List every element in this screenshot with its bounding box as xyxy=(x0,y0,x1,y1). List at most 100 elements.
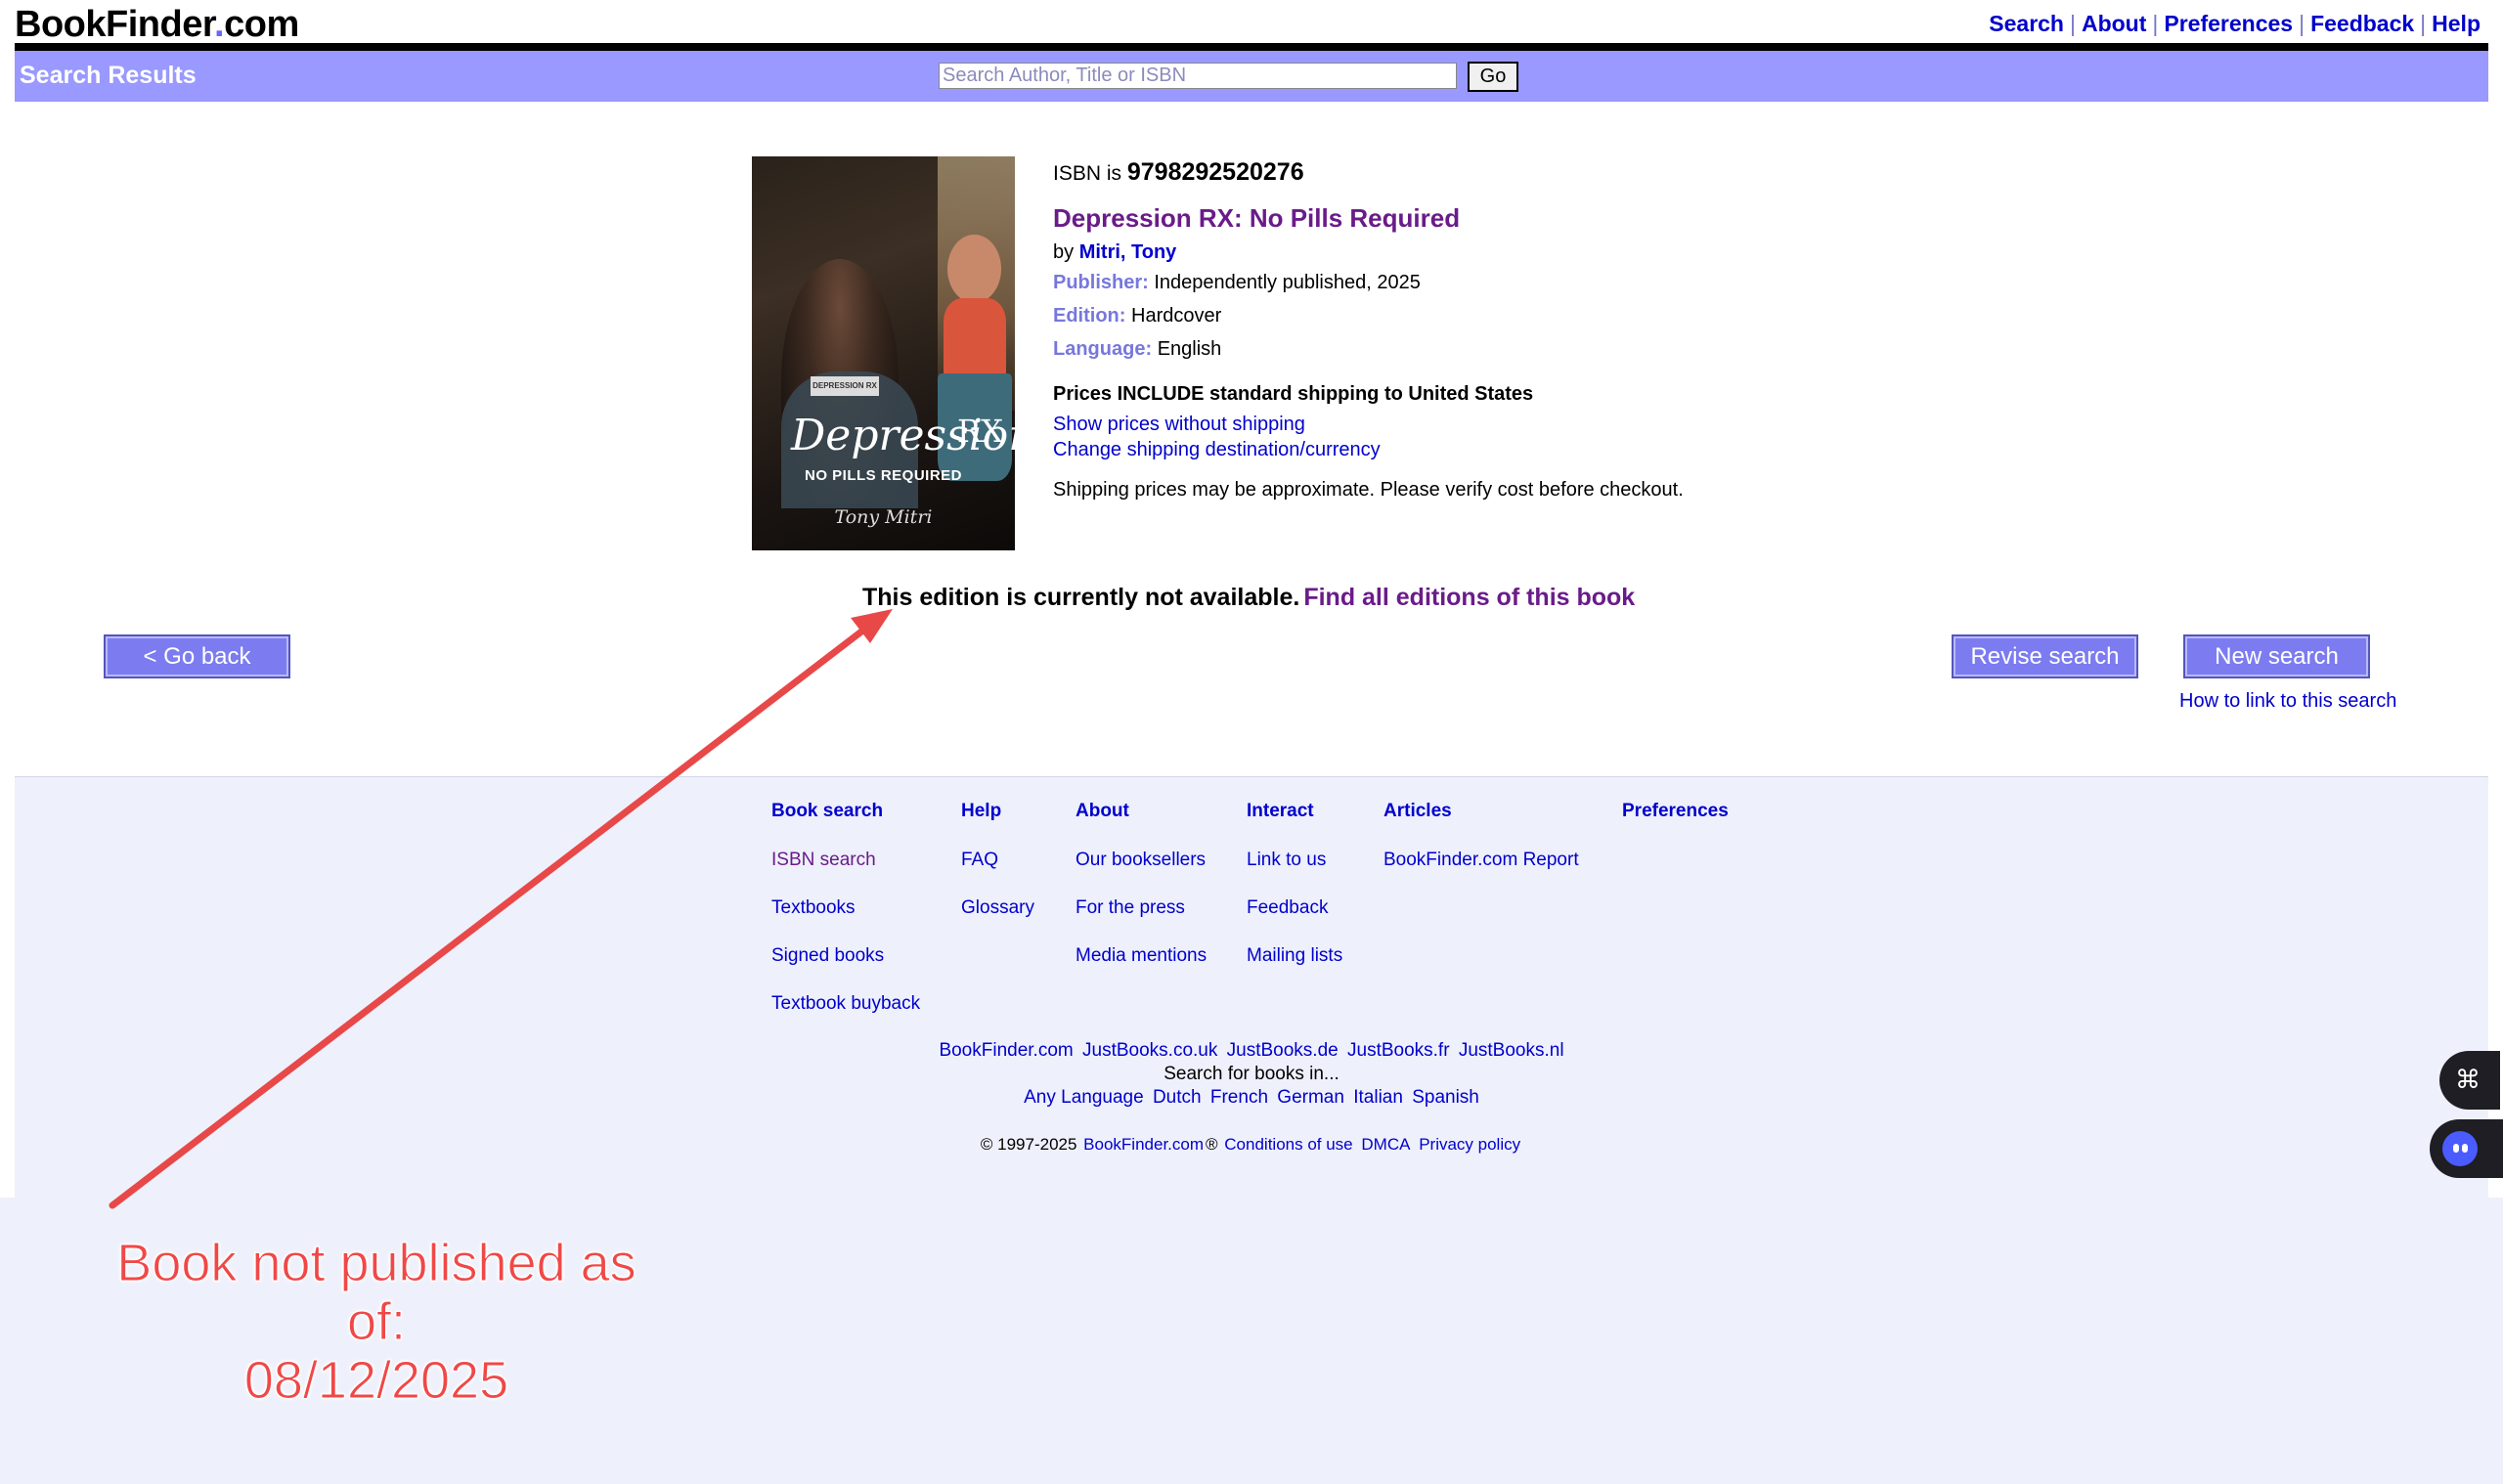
revise-search-button[interactable]: Revise search xyxy=(1952,634,2138,678)
cover-subtitle: NO PILLS REQUIRED xyxy=(804,467,962,484)
footer-link-our-booksellers[interactable]: Our booksellers xyxy=(1076,850,1207,871)
publisher-value: Independently published, 2025 xyxy=(1154,272,1421,293)
footer-col-preferences: Preferences xyxy=(1622,801,1729,850)
top-nav: Search | About | Preferences | Feedback | Help xyxy=(1989,11,2481,37)
copyright-site-link[interactable]: BookFinder.com xyxy=(1083,1135,1204,1154)
footer-heading-interact[interactable]: Interact xyxy=(1247,801,1342,822)
footer-heading-about[interactable]: About xyxy=(1076,801,1207,822)
change-shipping-destination-link[interactable]: Change shipping destination/currency xyxy=(1053,439,1381,461)
unavailable-text: This edition is currently not available. xyxy=(862,584,1300,611)
site-link-justbooks-nl[interactable]: JustBooks.nl xyxy=(1459,1040,1564,1061)
nav-separator: | xyxy=(2299,11,2305,36)
footer-link-textbook-buyback[interactable]: Textbook buyback xyxy=(771,993,920,1015)
lang-link-german[interactable]: German xyxy=(1277,1087,1344,1108)
lang-link-spanish[interactable]: Spanish xyxy=(1412,1087,1479,1108)
grid-icon: ⌘ xyxy=(2455,1065,2481,1094)
footer-link-faq[interactable]: FAQ xyxy=(961,850,1034,871)
edition-value: Hardcover xyxy=(1131,305,1222,327)
footer-heading-preferences[interactable]: Preferences xyxy=(1622,801,1729,822)
author-line: by Mitri, Tony xyxy=(1053,241,1176,264)
lang-link-any[interactable]: Any Language xyxy=(1024,1087,1144,1108)
site-links: BookFinder.com JustBooks.co.uk JustBooks… xyxy=(15,1039,2488,1063)
footer-heading-articles[interactable]: Articles xyxy=(1383,801,1579,822)
footer-link-isbn-search[interactable]: ISBN search xyxy=(771,850,920,871)
assistant-face-icon xyxy=(2442,1131,2478,1166)
how-to-link-link[interactable]: How to link to this search xyxy=(2179,690,2396,713)
isbn-prefix: ISBN is xyxy=(1053,162,1127,185)
cover-book-badge: DEPRESSION RX xyxy=(811,376,879,396)
logo-text: BookFinder xyxy=(15,4,215,45)
logo-dot: . xyxy=(214,4,225,45)
site-link-justbooks-fr[interactable]: JustBooks.fr xyxy=(1347,1040,1450,1061)
author-link[interactable]: Mitri, Tony xyxy=(1079,241,1177,263)
shipping-heading: Prices INCLUDE standard shipping to Unit… xyxy=(1053,383,1534,405)
publisher-line: Publisher: Independently published, 2025 xyxy=(1053,272,1421,294)
nav-preferences[interactable]: Preferences xyxy=(2164,11,2293,36)
go-button[interactable]: Go xyxy=(1468,62,1518,92)
footer-col-articles: Articles BookFinder.com Report xyxy=(1383,801,1579,897)
nav-feedback[interactable]: Feedback xyxy=(2310,11,2414,36)
shipping-note: Shipping prices may be approximate. Plea… xyxy=(1053,479,1684,501)
search-input[interactable] xyxy=(939,63,1457,89)
nav-separator: | xyxy=(2069,11,2076,36)
nav-about[interactable]: About xyxy=(2082,11,2146,36)
footer-col-about: About Our booksellers For the press Medi… xyxy=(1076,801,1207,993)
floating-widget-assistant[interactable] xyxy=(2430,1119,2503,1178)
footer-heading-help[interactable]: Help xyxy=(961,801,1034,822)
footer-col-interact: Interact Link to us Feedback Mailing lis… xyxy=(1247,801,1342,993)
annotation-text: Book not published as of: 08/12/2025 xyxy=(78,1234,675,1411)
site-link-justbooks-de[interactable]: JustBooks.de xyxy=(1227,1040,1339,1061)
privacy-policy-link[interactable]: Privacy policy xyxy=(1419,1135,1520,1154)
footer-link-feedback[interactable]: Feedback xyxy=(1247,897,1342,919)
footer-link-mailing-lists[interactable]: Mailing lists xyxy=(1247,945,1342,967)
show-prices-without-shipping-link[interactable]: Show prices without shipping xyxy=(1053,414,1305,436)
isbn-value: 9798292520276 xyxy=(1126,158,1304,186)
dmca-link[interactable]: DMCA xyxy=(1361,1135,1410,1154)
nav-help[interactable]: Help xyxy=(2432,11,2481,36)
header-divider xyxy=(15,43,2488,51)
footer-col-book-search: Book search ISBN search Textbooks Signed… xyxy=(771,801,920,1041)
site-logo[interactable]: BookFinder.com xyxy=(15,4,299,46)
new-search-button[interactable]: New search xyxy=(2183,634,2370,678)
footer-link-signed-books[interactable]: Signed books xyxy=(771,945,920,967)
publisher-label: Publisher: xyxy=(1053,272,1149,293)
book-title-link[interactable]: Depression RX: No Pills Required xyxy=(1053,203,1460,234)
unavailable-message: This edition is currently not available.… xyxy=(862,584,1635,612)
nav-search[interactable]: Search xyxy=(1989,11,2064,36)
footer-link-for-the-press[interactable]: For the press xyxy=(1076,897,1207,919)
footer-link-glossary[interactable]: Glossary xyxy=(961,897,1034,919)
site-link-justbooks-uk[interactable]: JustBooks.co.uk xyxy=(1082,1040,1217,1061)
search-results-title: Search Results xyxy=(20,62,197,89)
footer-link-media-mentions[interactable]: Media mentions xyxy=(1076,945,1207,967)
go-back-button[interactable]: < Go back xyxy=(104,634,290,678)
cover-rx: RX xyxy=(957,413,1003,450)
edition-label: Edition: xyxy=(1053,305,1126,327)
language-line: Language: English xyxy=(1053,338,1221,361)
footer-link-link-to-us[interactable]: Link to us xyxy=(1247,850,1342,871)
copyright-text: © 1997-2025 xyxy=(980,1135,1077,1154)
annotation-line-1: Book not published as xyxy=(116,1234,637,1293)
footer-link-textbooks[interactable]: Textbooks xyxy=(771,897,920,919)
lang-link-italian[interactable]: Italian xyxy=(1353,1087,1403,1108)
find-all-editions-link[interactable]: Find all editions of this book xyxy=(1303,584,1635,611)
site-link-bookfinder[interactable]: BookFinder.com xyxy=(939,1040,1073,1061)
footer-heading-book-search[interactable]: Book search xyxy=(771,801,920,822)
footer: Book search ISBN search Textbooks Signed… xyxy=(15,776,2488,1199)
author-prefix: by xyxy=(1053,241,1079,263)
footer-col-help: Help FAQ Glossary xyxy=(961,801,1034,945)
lang-link-dutch[interactable]: Dutch xyxy=(1153,1087,1202,1108)
isbn-line: ISBN is 9798292520276 xyxy=(1053,158,1304,187)
lang-link-french[interactable]: French xyxy=(1210,1087,1268,1108)
footer-link-bookfinder-report[interactable]: BookFinder.com Report xyxy=(1383,850,1579,871)
floating-widget-tools[interactable]: ⌘ xyxy=(2439,1051,2500,1110)
nav-separator: | xyxy=(2152,11,2159,36)
cover-author: Tony Mitri xyxy=(834,506,933,528)
cover-figure-happy-top xyxy=(944,298,1006,376)
nav-separator: | xyxy=(2420,11,2427,36)
language-value: English xyxy=(1157,338,1222,360)
language-links: Any Language Dutch French German Italian… xyxy=(15,1086,2488,1110)
conditions-of-use-link[interactable]: Conditions of use xyxy=(1224,1135,1352,1154)
copyright-line: © 1997-2025 BookFinder.com ® Conditions o… xyxy=(15,1135,2488,1155)
registered-mark: ® xyxy=(1206,1135,1218,1154)
site-header: BookFinder.com Search | About | Preferences |… xyxy=(15,0,2488,46)
